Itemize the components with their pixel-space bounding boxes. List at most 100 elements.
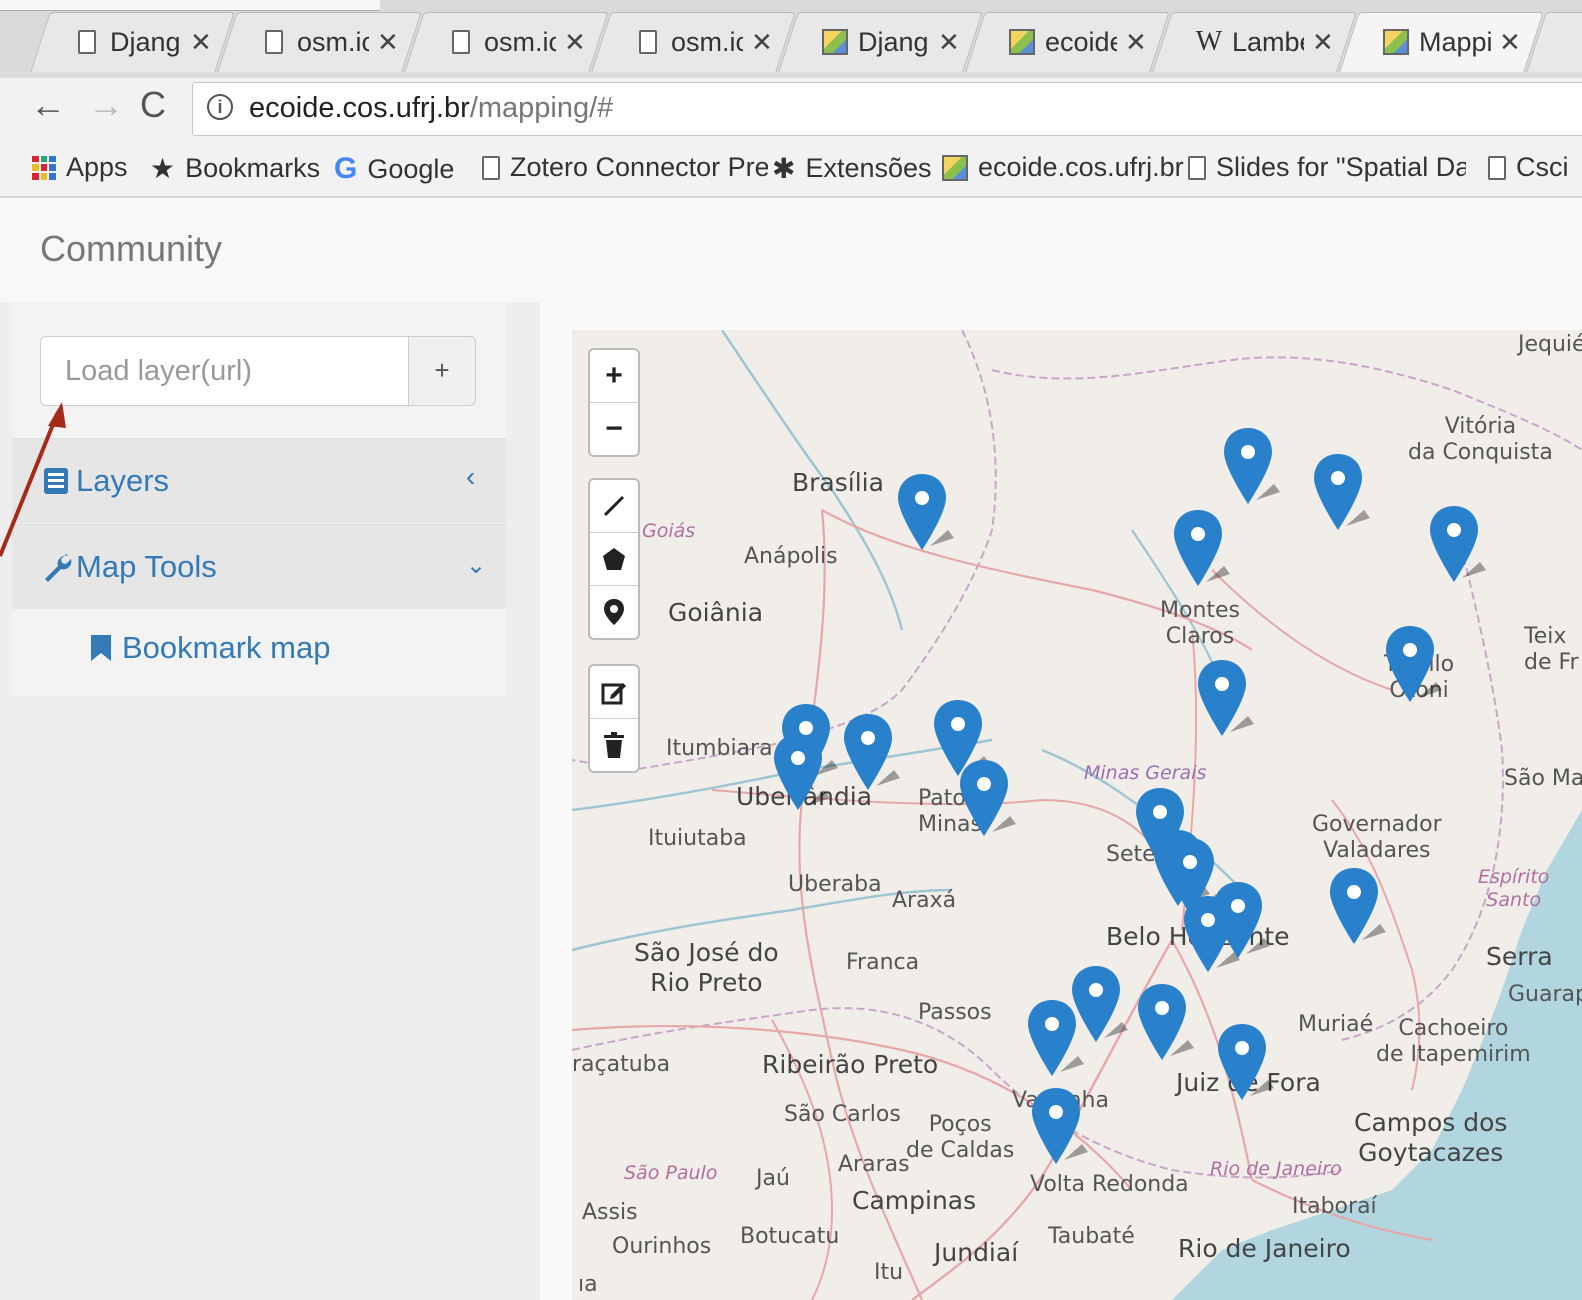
close-icon[interactable]: ✕ [1499, 27, 1521, 58]
bookmark-zotero[interactable]: Zotero Connector Pre [482, 152, 768, 183]
map-tools-label: Map Tools [76, 549, 217, 584]
tab-label: Mappi [1419, 26, 1491, 57]
map-marker-icon[interactable] [954, 756, 1018, 842]
chevron-down-icon[interactable]: ⌄ [466, 551, 486, 580]
tab-1[interactable]: Djang ✕ [30, 12, 235, 72]
map-label: Brasília [792, 468, 884, 497]
zoom-in-button[interactable]: + [590, 350, 638, 403]
map-marker-icon[interactable] [1168, 506, 1232, 592]
close-icon[interactable]: ✕ [1125, 27, 1147, 58]
tab-6[interactable]: ecoide ✕ [965, 12, 1170, 72]
map-label: Teix de Fr [1524, 624, 1579, 676]
doc-icon [74, 29, 100, 55]
map-label: Goiânia [668, 598, 764, 627]
doc-icon [261, 29, 287, 55]
navbar: Community [0, 198, 1582, 303]
tab-3[interactable]: osm.ic ✕ [404, 12, 609, 72]
close-icon[interactable]: ✕ [564, 27, 586, 58]
map-label: Ituiutaba [648, 826, 747, 851]
browser-chrome: Djang ✕ osm.ic ✕ osm.ic ✕ osm.ic ✕ Djang… [0, 0, 1582, 200]
map-label: Jaú [756, 1166, 790, 1191]
bookmark-map-link[interactable]: Bookmark map [90, 630, 330, 666]
tab-4[interactable]: osm.ic ✕ [591, 12, 796, 72]
bookmark-apps[interactable]: Apps [32, 152, 128, 183]
reload-icon[interactable]: C [140, 84, 166, 126]
close-icon[interactable]: ✕ [190, 27, 212, 58]
tab-5[interactable]: Djang ✕ [778, 12, 983, 72]
doc-icon [1188, 155, 1206, 180]
map-marker-icon[interactable] [892, 470, 956, 556]
draw-polyline-icon[interactable] [590, 480, 638, 533]
trash-icon[interactable] [590, 719, 638, 771]
close-icon[interactable]: ✕ [377, 27, 399, 58]
doc-icon [448, 29, 474, 55]
map-label: São José do Rio Preto [634, 938, 779, 997]
forward-arrow-icon[interactable]: → [88, 84, 124, 126]
bookmark-csci[interactable]: Csci [1488, 152, 1569, 183]
map-marker-icon[interactable] [1178, 892, 1242, 978]
map-marker-icon[interactable] [1022, 996, 1086, 1082]
map-label: Jundiaí [934, 1238, 1019, 1267]
chevron-left-icon[interactable]: ‹ [466, 461, 475, 493]
bookmark-icon [90, 634, 112, 662]
draw-polygon-icon[interactable] [590, 533, 638, 586]
tab-9-partial[interactable] [1526, 12, 1582, 72]
map-label: Campinas [852, 1186, 977, 1215]
browser-toolbar: ← → C i ecoide.cos.ufrj.br/mapping/# [0, 78, 1582, 140]
close-icon[interactable]: ✕ [938, 27, 960, 58]
doc-icon [482, 155, 500, 180]
map-marker-icon[interactable] [1026, 1084, 1090, 1170]
edit-layers-icon[interactable] [590, 666, 638, 719]
map-label: Anápolis [744, 544, 838, 569]
map-tools-panel-header[interactable]: Map Tools ⌄ [12, 524, 506, 609]
close-icon[interactable]: ✕ [751, 27, 773, 58]
back-arrow-icon[interactable]: ← [30, 84, 66, 126]
map-label: Volta Redonda [1030, 1172, 1189, 1197]
bookmark-ecoide[interactable]: ecoide.cos.ufrj.br [942, 152, 1184, 183]
map-marker-icon[interactable] [1424, 502, 1488, 588]
layers-panel-header[interactable]: Layers ‹ [12, 438, 506, 523]
tab-strip: Djang ✕ osm.ic ✕ osm.ic ✕ osm.ic ✕ Djang… [0, 0, 1582, 78]
apps-grid-icon [32, 155, 56, 180]
star-icon: ★ [150, 153, 176, 184]
map-marker-icon[interactable] [1192, 656, 1256, 742]
map-label: Taubaté [1048, 1224, 1135, 1249]
bookmarks-bar: Apps ★ Bookmarks G Google Zotero Connect… [0, 140, 1582, 198]
map-marker-icon[interactable] [1132, 980, 1196, 1066]
map-marker-icon[interactable] [768, 730, 832, 816]
map-canvas[interactable]: Jequié Vitória da Conquista Brasília Goi… [572, 330, 1582, 1300]
tab-8-active[interactable]: Mappi ✕ [1339, 12, 1544, 72]
map-marker-icon[interactable] [1212, 1020, 1276, 1106]
bookmark-extensoes[interactable]: ✱ Extensões [772, 152, 932, 185]
tab-2[interactable]: osm.ic ✕ [217, 12, 422, 72]
map-marker-icon[interactable] [838, 710, 902, 796]
load-layer-input[interactable] [40, 336, 410, 406]
zoom-control: + − [588, 348, 640, 457]
info-icon[interactable]: i [207, 94, 233, 120]
bookmark-bookmarks[interactable]: ★ Bookmarks [150, 152, 320, 185]
load-layer-group: + [40, 336, 478, 406]
map-label: Assis [582, 1200, 638, 1225]
map-marker-icon[interactable] [1324, 864, 1388, 950]
load-layer-button[interactable]: + [408, 336, 476, 406]
map-label: Araxá [892, 888, 957, 913]
map-label: Vitória da Conquista [1408, 414, 1553, 466]
map-marker-icon[interactable] [1218, 424, 1282, 510]
bookmark-google[interactable]: G Google [334, 152, 454, 186]
zoom-out-button[interactable]: − [590, 403, 638, 455]
layers-label: Layers [76, 463, 170, 498]
brand-title[interactable]: Community [40, 228, 222, 270]
draw-marker-icon[interactable] [590, 586, 638, 638]
tab-label: Djang [110, 26, 181, 57]
map-marker-icon[interactable] [1308, 450, 1372, 536]
map-marker-icon[interactable] [1380, 622, 1444, 708]
site-icon [822, 29, 848, 55]
bookmark-slides[interactable]: Slides for "Spatial Dat [1188, 152, 1466, 183]
doc-icon [1488, 155, 1506, 180]
map-label: São Carlos [784, 1102, 901, 1127]
address-bar[interactable]: i ecoide.cos.ufrj.br/mapping/# [192, 82, 1582, 136]
close-icon[interactable]: ✕ [1312, 27, 1334, 58]
tab-7[interactable]: W Lambe ✕ [1152, 12, 1357, 72]
map-label: Jequié [1518, 332, 1582, 357]
map-label: Minas Gerais [1084, 762, 1207, 784]
